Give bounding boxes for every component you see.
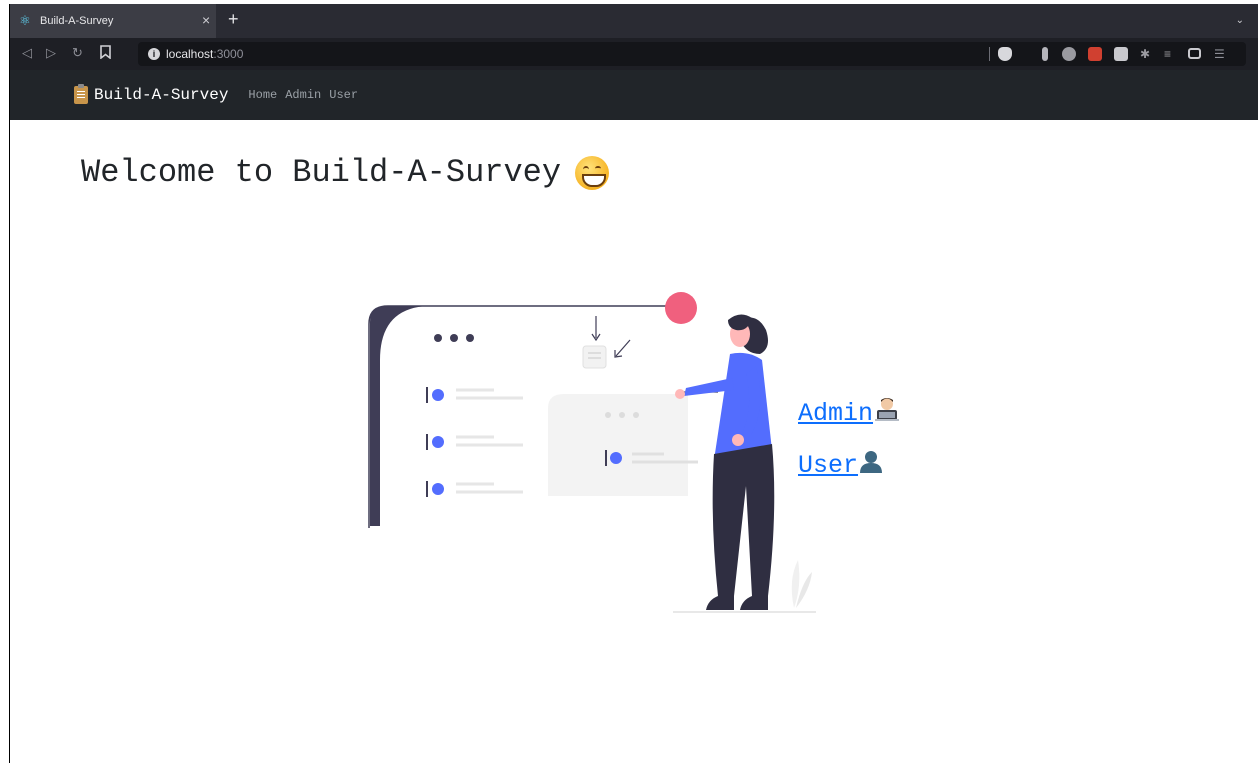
navbar-brand[interactable]: Build-A-Survey xyxy=(74,84,229,104)
nav-link-user[interactable]: User xyxy=(329,88,358,102)
extension-mask-icon[interactable] xyxy=(1062,47,1076,61)
address-bar[interactable]: i localhost:3000 ✱ ≡ ☰ xyxy=(138,42,1246,66)
nav-link-admin[interactable]: Admin xyxy=(285,88,321,102)
toolbar-separator xyxy=(989,47,990,61)
admin-link-label: Admin xyxy=(798,398,874,428)
url-text: localhost:3000 xyxy=(166,47,244,61)
reload-icon[interactable]: ↻ xyxy=(72,46,83,60)
browser-tab[interactable]: ⚛ Build-A-Survey × xyxy=(10,4,216,38)
wallet-icon[interactable] xyxy=(1188,48,1201,59)
nav-link-home[interactable]: Home xyxy=(248,88,277,102)
admin-link[interactable]: Admin xyxy=(798,398,900,428)
extension-bolt-icon[interactable] xyxy=(1114,47,1128,61)
browser-toolbar: ◁ ▷ ↻ i localhost:3000 ✱ ≡ ☰ xyxy=(10,38,1258,70)
new-tab-button[interactable]: + xyxy=(228,10,239,28)
react-favicon-icon: ⚛ xyxy=(19,13,31,28)
app-navbar: Build-A-Survey Home Admin User xyxy=(10,70,1258,120)
browser-window: ⚛ Build-A-Survey × + ⌄ ◁ ▷ ↻ i localhost… xyxy=(9,4,1258,763)
technologist-icon xyxy=(874,396,900,430)
extension-bottle-icon[interactable] xyxy=(1042,47,1048,61)
role-links: Admin User xyxy=(798,398,900,502)
extension-red-icon[interactable] xyxy=(1088,47,1102,61)
tab-list-chevron-icon[interactable]: ⌄ xyxy=(1236,15,1244,26)
page-title-text: Welcome to Build-A-Survey xyxy=(81,154,562,191)
forward-icon[interactable]: ▷ xyxy=(46,46,56,60)
brave-shield-icon[interactable] xyxy=(998,47,1012,61)
grinning-face-icon xyxy=(575,155,610,190)
reading-list-icon[interactable]: ≡ xyxy=(1164,47,1178,61)
brand-label: Build-A-Survey xyxy=(94,86,229,104)
survey-illustration xyxy=(368,292,816,613)
user-link[interactable]: User xyxy=(798,450,900,480)
user-silhouette-icon xyxy=(859,449,883,481)
page-title: Welcome to Build-A-Survey xyxy=(81,154,610,191)
navbar-links: Home Admin User xyxy=(248,88,366,102)
menu-icon[interactable]: ☰ xyxy=(1214,47,1228,61)
back-icon[interactable]: ◁ xyxy=(22,46,32,60)
tab-title: Build-A-Survey xyxy=(40,15,114,27)
bookmark-icon[interactable] xyxy=(100,45,111,62)
user-link-label: User xyxy=(798,450,859,480)
clipboard-icon xyxy=(74,84,88,104)
tab-strip: ⚛ Build-A-Survey × + ⌄ xyxy=(10,4,1258,38)
close-tab-icon[interactable]: × xyxy=(202,13,210,27)
extensions-puzzle-icon[interactable]: ✱ xyxy=(1140,47,1154,61)
site-info-icon[interactable]: i xyxy=(148,48,160,60)
